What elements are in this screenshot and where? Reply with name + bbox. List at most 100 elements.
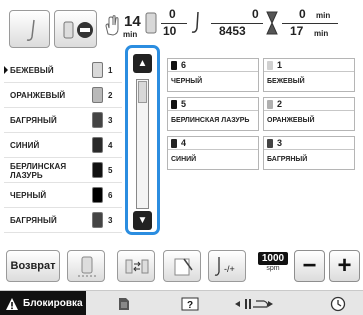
- needle-plus-minus-icon: -/+: [214, 257, 235, 276]
- cell-number: 2: [277, 99, 283, 109]
- thread-change-button[interactable]: [163, 250, 201, 282]
- scroll-control: ▲ ▼: [125, 45, 160, 235]
- svg-text:-/+: -/+: [224, 264, 235, 274]
- color-order-cell[interactable]: 4 СИНИЙ: [167, 136, 259, 170]
- presser-foot-button[interactable]: [232, 291, 276, 315]
- color-order-cell[interactable]: 6 ЧЕРНЫЙ: [167, 58, 259, 92]
- cell-color-name: БЕРЛИНСКАЯ ЛАЗУРЬ: [171, 117, 250, 124]
- color-number: 1: [108, 66, 113, 75]
- scroll-down-button[interactable]: ▼: [133, 211, 152, 230]
- cell-header: 5: [168, 98, 258, 111]
- svg-text:?: ?: [187, 300, 193, 311]
- color-swatch: [267, 60, 273, 70]
- cell-header: 4: [168, 137, 258, 150]
- stitch-total: 8453: [219, 24, 246, 38]
- stitch-current: 0: [252, 7, 259, 21]
- cell-color-name: БАГРЯНЫЙ: [267, 156, 308, 163]
- thread-spool-icon: [92, 212, 103, 228]
- color-number: 6: [108, 191, 113, 200]
- color-name: ЧЕРНЫЙ: [10, 191, 47, 200]
- remaining-time-unit: min: [316, 11, 331, 20]
- speed-indicator: 1000 spm: [258, 252, 288, 280]
- color-swatch: [267, 138, 273, 148]
- thread-change-icon: [174, 258, 193, 276]
- color-order-cell[interactable]: 3 БАГРЯНЫЙ: [263, 136, 355, 170]
- color-name: БАГРЯНЫЙ: [10, 116, 57, 125]
- color-list-item[interactable]: БЕРЛИНСКАЯ ЛАЗУРЬ 5: [4, 158, 122, 183]
- color-number: 3: [108, 216, 113, 225]
- cell-number: 6: [181, 60, 187, 70]
- document-button[interactable]: [112, 291, 136, 315]
- stitch-time-unit: min: [123, 30, 138, 39]
- speed-minus-button[interactable]: −: [294, 250, 325, 282]
- cell-number: 1: [277, 60, 283, 70]
- total-time-unit: min: [314, 29, 329, 38]
- color-order-cell[interactable]: 1 БЕЖЕВЫЙ: [263, 58, 355, 92]
- needle-stitch-icon: [26, 19, 35, 41]
- stitch-forward-back-button[interactable]: -/+: [208, 250, 246, 282]
- color-order-cell[interactable]: 2 ОРАНЖЕВЫЙ: [263, 97, 355, 131]
- cell-color-name: ОРАНЖЕВЫЙ: [267, 117, 315, 124]
- color-sort-icon: [125, 259, 149, 274]
- thread-spool-icon: [145, 12, 157, 34]
- remaining-time-value: 0: [299, 7, 306, 21]
- scroll-up-button[interactable]: ▲: [133, 54, 152, 73]
- color-name: БЕЖЕВЫЙ: [10, 66, 54, 75]
- color-name: БАГРЯНЫЙ: [10, 216, 57, 225]
- color-number: 2: [108, 91, 113, 100]
- color-order-cell[interactable]: 5 БЕРЛИНСКАЯ ЛАЗУРЬ: [167, 97, 259, 131]
- minus-icon: −: [302, 252, 317, 279]
- cell-header: 2: [264, 98, 354, 111]
- stitch-view-button[interactable]: [9, 10, 50, 48]
- speed-plus-button[interactable]: +: [329, 250, 360, 282]
- thread-total: 10: [163, 24, 177, 38]
- clock-settings-icon: [330, 296, 346, 311]
- color-number: 5: [108, 166, 113, 175]
- settings-button[interactable]: [326, 291, 350, 315]
- color-list-item[interactable]: СИНИЙ 4: [4, 133, 122, 158]
- cell-number: 3: [277, 138, 283, 148]
- back-button-label: Возврат: [10, 260, 56, 272]
- speed-unit: spm: [266, 265, 280, 272]
- color-name: ОРАНЖЕВЫЙ: [10, 91, 66, 100]
- color-list-item[interactable]: БАГРЯНЫЙ 3: [4, 108, 122, 133]
- needle-icon: [191, 11, 199, 33]
- lock-label: Блокировка: [23, 298, 83, 309]
- color-list-item[interactable]: ОРАНЖЕВЫЙ 2: [4, 83, 122, 108]
- scrollbar-thumb[interactable]: [138, 81, 147, 103]
- thread-spool-dots-icon: [78, 256, 96, 277]
- color-name: СИНИЙ: [10, 141, 40, 150]
- thread-spool-icon: [92, 187, 103, 203]
- triangle-down-icon: ▼: [137, 215, 148, 226]
- scrollbar-track[interactable]: [136, 79, 149, 209]
- color-number: 3: [108, 116, 113, 125]
- color-sort-button[interactable]: [117, 250, 155, 282]
- thread-cutting-button[interactable]: [67, 250, 105, 282]
- warning-triangle-icon: [6, 297, 18, 310]
- triangle-up-icon: ▲: [137, 58, 148, 69]
- color-swatch: [171, 60, 177, 70]
- thread-current: 0: [169, 7, 176, 21]
- color-sequence-list: БЕЖЕВЫЙ 1 ОРАНЖЕВЫЙ 2 БАГРЯНЫЙ 3 СИНИЙ 4 БЕРЛИНС…: [4, 58, 122, 233]
- embroidery-mode-icon: [63, 21, 93, 39]
- color-number: 4: [108, 141, 113, 150]
- presser-foot-icon: [235, 298, 273, 309]
- color-list-item[interactable]: ЧЕРНЫЙ 6: [4, 183, 122, 208]
- cell-number: 5: [181, 99, 187, 109]
- color-list-item[interactable]: БАГРЯНЫЙ 3: [4, 208, 122, 233]
- color-swatch: [171, 138, 177, 148]
- thread-spool-icon: [92, 87, 103, 103]
- color-name: БЕРЛИНСКАЯ ЛАЗУРЬ: [10, 161, 67, 180]
- lock-button[interactable]: Блокировка: [0, 291, 86, 315]
- thread-spool-icon: [92, 137, 103, 153]
- cell-header: 3: [264, 137, 354, 150]
- back-button[interactable]: Возврат: [6, 250, 60, 282]
- embroidery-mode-button[interactable]: [54, 10, 97, 48]
- hand-icon: [105, 15, 119, 36]
- total-time-value: 17: [290, 24, 304, 38]
- document-icon: [119, 297, 129, 310]
- color-list-item[interactable]: БЕЖЕВЫЙ 1: [4, 58, 122, 83]
- help-button[interactable]: ?: [178, 291, 202, 315]
- cell-header: 6: [168, 59, 258, 72]
- speed-value: 1000: [258, 252, 288, 265]
